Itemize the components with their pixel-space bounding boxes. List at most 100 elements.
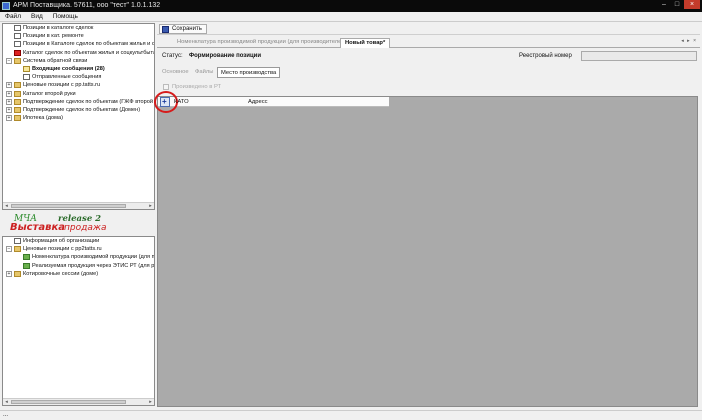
tree-item-label: Ценовые позиции с pp2tatts.ru [23,246,102,253]
folder-icon [14,270,21,277]
column-address[interactable]: Адресс [248,98,268,106]
maximize-icon[interactable]: □ [671,0,683,9]
tree-line-icon [15,254,21,260]
main-pane: Сохранить Номенклатура производимой прод… [154,23,700,408]
tree-item-label: Входящие сообщения (28) [32,65,105,72]
menu-help[interactable]: Помощь [48,12,83,21]
tree-item-label: Котировочные сессии (доме) [23,270,99,277]
folder-icon [14,57,21,64]
menu-file[interactable]: Файл [0,12,26,21]
toolbar: Сохранить [157,23,700,35]
tab-new-product[interactable]: Новый товар* [340,38,391,48]
window-controls: – □ × [657,0,700,9]
collapse-icon[interactable]: − [6,246,12,253]
tree-item[interactable]: Позиции в кат. ремонте [3,32,154,40]
folder-icon [14,106,21,113]
tree-item[interactable]: + Ценовые позиции с pp.tatts.ru [3,81,154,89]
checkbox-box[interactable] [163,84,169,90]
production-places-grid[interactable]: + КАТО Адресс [154,91,698,407]
navigation-tree-top: Позиции в каталоге сделок Позиции в кат. … [2,23,155,210]
folder-icon [14,90,21,97]
tree-item[interactable]: + Подтверждение сделок по объектам (Домен… [3,106,154,114]
horizontal-scrollbar[interactable]: ◂ ▸ [3,398,154,405]
registry-number-label: Реестровый номер [519,53,572,59]
folder-icon [14,98,21,105]
tab-files[interactable]: Файлы [192,67,216,78]
left-pane: Позиции в каталоге сделок Позиции в кат. … [2,23,155,406]
tree-item[interactable]: − Ценовые позиции с pp2tatts.ru [3,245,154,253]
tree-item[interactable]: Информация об организации [3,237,154,245]
tree-item[interactable]: Реализуемая продукция через ЭТИС РТ (для… [3,262,154,270]
scroll-left-icon[interactable]: ◂ [3,203,10,209]
folder-icon [14,115,21,122]
tree-item[interactable]: + Ипотека (дома) [3,114,154,122]
registry-number-field[interactable] [581,51,697,61]
save-button[interactable]: Сохранить [159,24,207,34]
floppy-disk-icon [162,26,169,33]
expand-icon[interactable]: + [6,115,12,122]
status-bar: ... [0,410,702,420]
tree-item[interactable]: Позиции в каталоге сделок [3,24,154,32]
tab-production-place[interactable]: Место производства [217,67,281,78]
green-item-icon [23,254,30,261]
tree-item[interactable]: Номенклатура производимой продукции (для… [3,253,154,261]
tree-line-icon [6,25,12,31]
scroll-right-icon[interactable]: ▸ [147,203,154,209]
scroll-left-icon[interactable]: ◂ [3,399,10,405]
horizontal-scrollbar[interactable]: ◂ ▸ [3,202,154,209]
scroll-right-icon[interactable]: ▸ [147,399,154,405]
expand-icon[interactable]: + [6,106,12,113]
expand-icon[interactable]: + [6,90,12,97]
scroll-thumb[interactable] [11,204,126,208]
expand-icon[interactable]: + [6,98,12,105]
app-icon [2,2,10,10]
folder-icon [14,82,21,89]
expand-icon[interactable]: + [6,270,12,277]
tree-item[interactable]: Позиции в Каталоге сделок по объектам жи… [3,40,154,48]
expand-icon[interactable]: + [6,82,12,89]
save-button-label: Сохранить [172,26,202,32]
collapse-icon[interactable]: − [6,57,12,64]
tab-controls[interactable]: ◂ ▸ × [681,38,697,44]
tree-item[interactable]: Отправленные сообщения [3,73,154,81]
tree-item[interactable]: + Каталог второй руки [3,90,154,98]
navigation-tree-bottom: Информация об организации − Ценовые позици… [2,236,155,406]
minimize-icon[interactable]: – [658,0,670,9]
sub-tabs: Основное Файлы Место производства [157,67,700,78]
scroll-thumb[interactable] [11,400,126,404]
folder-icon [14,246,21,253]
window-titlebar: АРМ Поставщика. 57611, ооо "тест" 1.0.1.… [0,0,702,12]
document-icon [14,238,21,244]
tree-item[interactable]: Каталог сделок по объектам жилья и соцку… [3,49,154,57]
add-row-button[interactable]: + [154,91,178,113]
tree-line-icon [15,74,21,80]
tree-line-icon [15,263,21,269]
tree-item-label: Отправленные сообщения [32,74,102,81]
tree-item-label: Подтверждение сделок по объектам (ГЖФ вт… [23,98,154,105]
tree-item-label: Позиции в кат. ремонте [23,33,84,40]
document-icon [23,74,30,81]
status-value: Формирование позиции [189,53,262,59]
tree-item[interactable]: − Система обратной связи [3,57,154,65]
grid-header: + КАТО Адресс [154,91,389,113]
tree-item[interactable]: + Котировочные сессии (доме) [3,270,154,278]
logo-text: продажа [64,223,107,233]
document-icon [14,25,21,31]
menu-bar: Файл Вид Помощь [0,12,702,22]
menu-view[interactable]: Вид [26,12,48,21]
tree-item-label: Позиции в Каталоге сделок по объектам жи… [23,41,155,48]
red-document-icon [14,49,21,56]
tree-line-icon [15,66,21,72]
tree-item-label: Ценовые позиции с pp.tatts.ru [23,82,101,89]
tree-item-label: Каталог сделок по объектам жилья и соцку… [23,49,155,56]
tree-item[interactable]: Входящие сообщения (28) [3,65,154,73]
column-kato[interactable]: КАТО [174,98,189,106]
envelope-icon [23,65,30,72]
tab-nomenclature[interactable]: Номенклатура производимой продукции (для… [173,38,351,48]
tree-item-label: Система обратной связи [23,57,88,64]
tree-line-icon [6,50,12,56]
close-icon[interactable]: × [684,0,700,9]
status-bar-text: ... [3,412,9,418]
tab-main[interactable]: Основное [159,67,192,78]
tree-item[interactable]: + Подтверждение сделок по объектам (ГЖФ в… [3,98,154,106]
